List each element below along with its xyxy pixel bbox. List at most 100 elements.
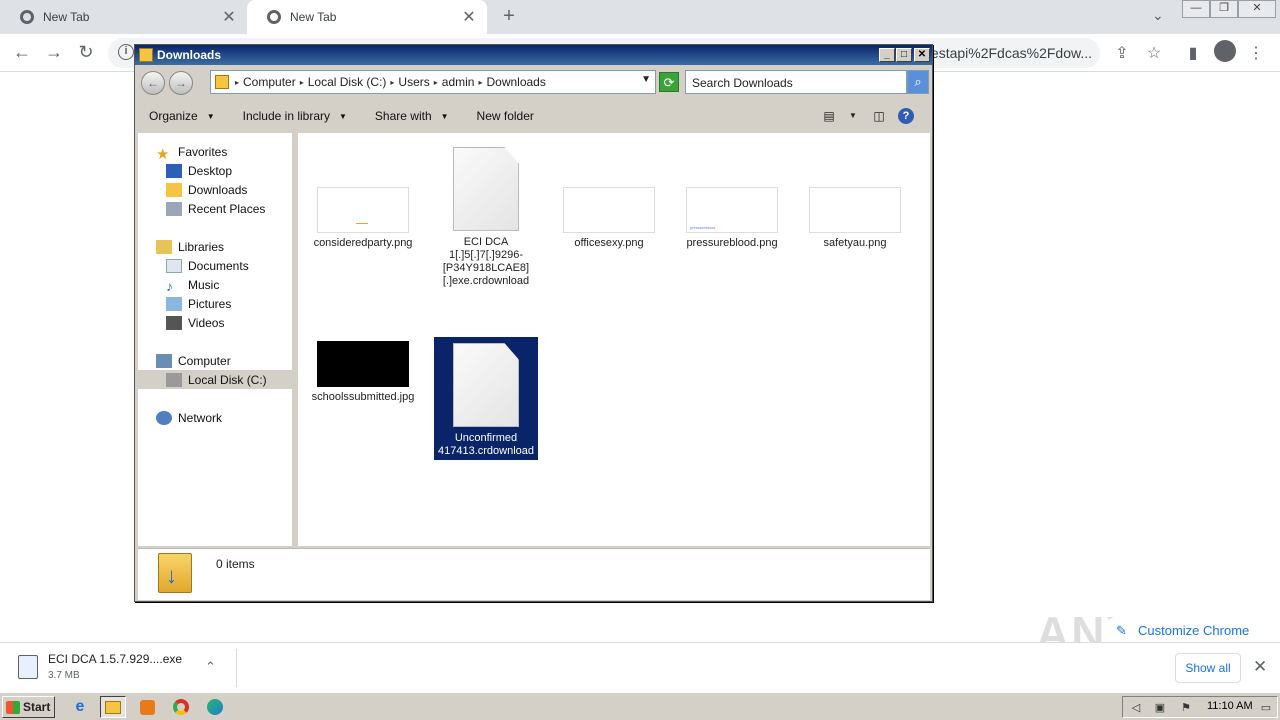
tab-strip: New Tab ✕ New Tab ✕ + ⌄ — ❐ ✕ (0, 0, 1280, 34)
reload-icon[interactable]: ↻ (75, 42, 97, 63)
nav-favorites[interactable]: ★ Favorites (156, 142, 227, 163)
file-item[interactable]: officesexy.png (557, 187, 661, 250)
nav-local-disk[interactable]: Local Disk (C:) (138, 370, 295, 389)
help-icon[interactable]: ? (898, 108, 914, 124)
tab-1[interactable]: New Tab ✕ (0, 0, 247, 34)
nav-videos[interactable]: Videos (166, 313, 224, 332)
file-name: pressureblood.png (686, 237, 778, 249)
network-icon (156, 410, 172, 425)
preview-pane-icon[interactable]: ◫ (869, 107, 889, 125)
nav-computer[interactable]: Computer (156, 351, 231, 370)
profile-avatar[interactable] (1214, 40, 1236, 62)
music-icon: ♪ (166, 277, 173, 294)
close-tab-icon[interactable]: ✕ (221, 7, 237, 27)
chevron-up-icon[interactable]: ⌃ (205, 659, 216, 675)
explorer-maximize-button[interactable]: □ (896, 48, 912, 62)
file-item[interactable]: ECI DCA 1[.]5[.]7[.]9296-[P34Y918LCAE8][… (434, 147, 538, 288)
new-tab-button[interactable]: + (498, 5, 520, 28)
show-all-button[interactable]: Show all (1175, 653, 1241, 683)
file-item[interactable]: schoolssubmitted.jpg (311, 341, 415, 404)
nav-desktop[interactable]: Desktop (166, 161, 232, 180)
download-file-name[interactable]: ECI DCA 1.5.7.929....exe (48, 652, 182, 666)
volume-icon[interactable]: ◁ (1129, 701, 1143, 714)
nav-recent-places[interactable]: Recent Places (166, 199, 265, 218)
star-icon: ★ (156, 145, 170, 163)
file-icon (453, 343, 519, 427)
view-icon[interactable]: ▤ (819, 107, 839, 125)
breadcrumb-downloads[interactable]: Downloads (486, 75, 545, 89)
side-panel-icon[interactable]: ▮ (1183, 43, 1203, 63)
nav-pictures[interactable]: Pictures (166, 294, 231, 313)
flag-icon[interactable]: ⚑ (1179, 701, 1193, 714)
search-icon[interactable]: ⌕ (907, 70, 929, 94)
network-tray-icon[interactable]: ▣ (1153, 701, 1167, 714)
breadcrumb-admin[interactable]: admin (442, 75, 475, 89)
nav-documents[interactable]: Documents (166, 256, 249, 275)
file-item[interactable]: pressureblood pressureblood.png (680, 187, 784, 250)
explorer-back-icon[interactable]: ← (141, 71, 165, 95)
item-count: 0 items (216, 557, 255, 571)
start-button[interactable]: Start (2, 696, 55, 718)
address-row: ← → ▸ Computer ▸ Local Disk (C:) ▸ Users… (139, 70, 930, 96)
search-input[interactable]: Search Downloads (685, 70, 907, 94)
nav-downloads[interactable]: Downloads (166, 180, 247, 199)
explorer-minimize-button[interactable]: _ (879, 48, 895, 62)
nav-libraries[interactable]: Libraries (156, 237, 224, 256)
nav-music[interactable]: ♪ Music (166, 275, 219, 294)
chrome-taskbar-icon[interactable] (168, 696, 194, 718)
chrome-icon (267, 10, 281, 24)
share-icon[interactable]: ⇪ (1112, 43, 1132, 63)
explorer-forward-icon[interactable]: → (169, 71, 193, 95)
navigation-pane: ★ Favorites Desktop Downloads Recent Plac… (138, 133, 295, 546)
file-name: officesexy.png (574, 237, 644, 249)
restore-button[interactable]: ❐ (1210, 0, 1238, 18)
file-item[interactable]: consideredparty.png (311, 187, 415, 250)
forward-icon[interactable]: → (43, 42, 65, 63)
chevron-down-icon[interactable]: ▼ (843, 107, 863, 125)
back-icon[interactable]: ← (11, 42, 33, 63)
breadcrumb[interactable]: ▸ Computer ▸ Local Disk (C:) ▸ Users ▸ a… (210, 70, 656, 94)
command-bar: Organize ▼ Include in library ▼ Share with… (135, 101, 932, 131)
explorer-taskbar-icon[interactable] (100, 696, 126, 718)
file-name: safetyau.png (823, 237, 887, 249)
bookmark-star-icon[interactable]: ☆ (1144, 43, 1164, 63)
new-folder-button[interactable]: New folder (463, 109, 548, 123)
explorer-close-button[interactable]: ✕ (914, 48, 930, 62)
close-window-button[interactable]: ✕ (1238, 0, 1276, 18)
refresh-icon[interactable]: ⟳ (659, 72, 679, 92)
minimize-button[interactable]: — (1182, 0, 1210, 18)
image-thumbnail (317, 187, 409, 233)
menu-icon[interactable]: ⋮ (1246, 43, 1266, 63)
organize-button[interactable]: Organize ▼ (135, 109, 229, 123)
close-shelf-icon[interactable]: ✕ (1253, 657, 1267, 677)
local-disk-icon (166, 372, 182, 387)
chrome-icon (20, 10, 34, 24)
file-item[interactable]: safetyau.png (803, 187, 907, 250)
chevron-down-icon[interactable]: ▼ (641, 74, 651, 85)
file-name: consideredparty.png (313, 237, 413, 249)
nav-network[interactable]: Network (156, 408, 222, 427)
media-player-icon[interactable] (134, 696, 160, 718)
file-view: consideredparty.png ECI DCA 1[.]5[.]7[.]… (298, 133, 930, 546)
details-pane: ↓ 0 items (138, 548, 930, 600)
site-info-icon[interactable]: i (118, 44, 134, 60)
breadcrumb-users[interactable]: Users (398, 75, 429, 89)
ie-icon[interactable]: e (67, 696, 93, 718)
file-item-selected[interactable]: Unconfirmed 417413.crdownload (434, 337, 538, 460)
clock: 11:10 AM (1207, 700, 1253, 712)
edge-icon[interactable] (202, 696, 228, 718)
recent-places-icon (166, 201, 182, 216)
close-tab-icon[interactable]: ✕ (461, 7, 477, 27)
breadcrumb-local-disk[interactable]: Local Disk (C:) (308, 75, 387, 89)
computer-icon (156, 353, 172, 368)
divider (236, 649, 237, 687)
tab-2[interactable]: New Tab ✕ (247, 0, 487, 34)
tab-search-icon[interactable]: ⌄ (1152, 7, 1164, 24)
downloads-folder-icon (166, 182, 182, 197)
explorer-titlebar: Downloads (135, 45, 932, 65)
show-desktop-icon[interactable]: ▭ (1259, 701, 1273, 714)
breadcrumb-computer[interactable]: Computer (243, 75, 296, 89)
share-with-button[interactable]: Share with ▼ (361, 109, 463, 123)
tab-title: New Tab (43, 10, 90, 24)
include-in-library-button[interactable]: Include in library ▼ (229, 109, 361, 123)
